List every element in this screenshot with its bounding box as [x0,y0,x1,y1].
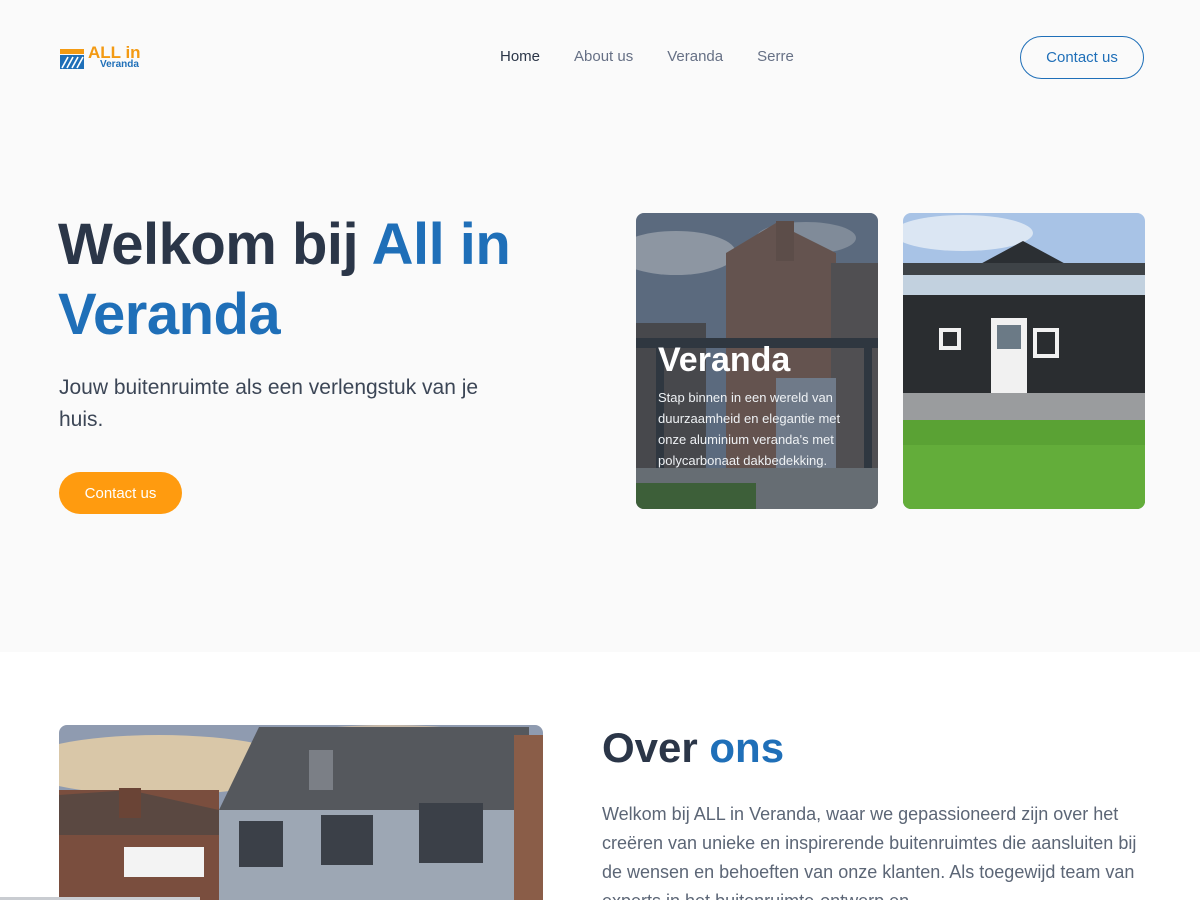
site-header: ALL in Veranda Home About us Veranda Ser… [0,0,1200,115]
about-text: Welkom bij ALL in Veranda, waar we gepas… [602,804,1137,900]
hero-subtitle: Jouw buitenruimte als een verlengstuk va… [59,376,479,431]
nav-item-about-us[interactable]: About us [574,48,633,65]
veranda-card-description: Stap binnen in een wereld van duurzaamhe… [658,390,841,468]
nav-item-veranda[interactable]: Veranda [667,48,723,65]
nav-item-serre[interactable]: Serre [757,48,794,65]
about-title-prefix: Over [602,724,710,771]
veranda-card-title: Veranda [658,341,791,379]
logo-icon [60,49,84,69]
about-house-image [59,725,543,900]
logo-subtext: Veranda [100,59,139,70]
serre-photo-image [903,213,1145,509]
brand-logo[interactable]: ALL in Veranda [60,43,150,72]
about-title: Over ons [602,724,784,772]
veranda-card[interactable]: Veranda Stap binnen in een wereld van du… [636,213,878,509]
about-title-accent: ons [709,724,785,771]
main-nav: Home About us Veranda Serre [500,48,794,65]
nav-item-home[interactable]: Home [500,48,540,65]
hero-title: Welkom bij All in Veranda [58,210,598,350]
hero-contact-button[interactable]: Contact us [59,472,182,514]
serre-photo-card[interactable] [903,213,1145,509]
header-contact-button[interactable]: Contact us [1020,36,1144,79]
hero-title-prefix: Welkom bij [58,212,372,277]
